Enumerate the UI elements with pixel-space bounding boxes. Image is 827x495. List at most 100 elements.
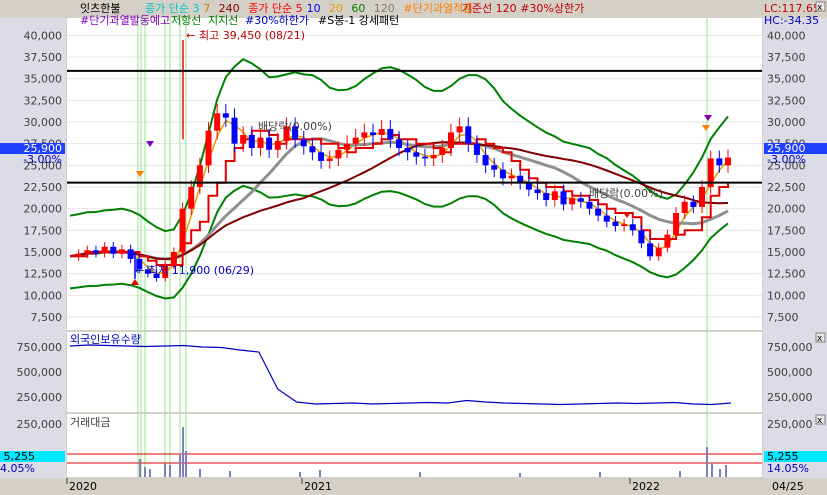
y-tick-label: 32,500 bbox=[767, 94, 806, 107]
dividend-label-1: 배당락(0.00%) bbox=[258, 120, 332, 133]
volume-bar bbox=[182, 427, 184, 477]
volume-bar bbox=[725, 465, 727, 477]
trade-panel bbox=[67, 414, 762, 477]
candle-body bbox=[638, 230, 645, 244]
candle-body bbox=[569, 198, 576, 205]
y-tick-label: 7,500 bbox=[767, 311, 799, 324]
y-tick-label: 750,000 bbox=[17, 341, 63, 354]
y-tick-label: 30,000 bbox=[24, 116, 63, 129]
y-tick-label: 17,500 bbox=[767, 224, 806, 237]
candle-body bbox=[482, 154, 489, 166]
candle-body bbox=[101, 246, 108, 253]
candle-body bbox=[430, 154, 437, 159]
candle-body bbox=[551, 191, 558, 200]
min-label: 최저 11,900 (06/29) bbox=[148, 264, 254, 277]
candle-body bbox=[465, 126, 472, 144]
price-panel bbox=[67, 18, 762, 330]
candle-body bbox=[318, 152, 325, 161]
candle-body bbox=[534, 189, 541, 194]
legend-item: #30%하한가 bbox=[245, 13, 309, 27]
legend-item: #단기과열발동예고 bbox=[80, 14, 170, 27]
candle-body bbox=[681, 201, 688, 213]
y-tick-label: 250,000 bbox=[767, 418, 813, 431]
candle-body bbox=[361, 132, 368, 138]
close-icon: x bbox=[817, 3, 823, 13]
y-tick-label: 20,000 bbox=[24, 203, 63, 216]
volume-bar bbox=[599, 472, 601, 477]
candle-body bbox=[525, 182, 532, 190]
volume-bar bbox=[711, 463, 713, 477]
candle-body bbox=[205, 130, 212, 166]
y-tick-label: 250,000 bbox=[17, 418, 63, 431]
y-tick-label: 37,500 bbox=[767, 51, 806, 64]
candle-body bbox=[439, 148, 446, 155]
max-arrow: ← bbox=[186, 29, 195, 42]
candle-body bbox=[603, 215, 610, 222]
candle-body bbox=[196, 165, 203, 187]
volume-bar bbox=[319, 470, 321, 477]
candle-body bbox=[543, 193, 550, 200]
y-tick-label: 12,500 bbox=[24, 268, 63, 281]
volume-bar bbox=[229, 471, 231, 477]
candle-body bbox=[300, 139, 307, 147]
candle-body bbox=[421, 156, 428, 159]
candle-body bbox=[690, 201, 697, 207]
y-tick-label: 17,500 bbox=[24, 224, 63, 237]
candle-body bbox=[370, 132, 377, 135]
candle-body bbox=[577, 198, 584, 202]
hc-readout: HC:-34.35 bbox=[764, 14, 819, 27]
candle-body bbox=[491, 165, 498, 170]
candle-body bbox=[716, 158, 723, 166]
candle-body bbox=[508, 175, 515, 179]
candle-body bbox=[309, 146, 316, 153]
candle-body bbox=[266, 137, 273, 150]
candle-body bbox=[352, 137, 359, 144]
x-tick-label: 04/25 bbox=[772, 480, 804, 493]
close-icon: x bbox=[817, 416, 823, 426]
y-tick-label: 250,000 bbox=[767, 391, 813, 404]
candle-body bbox=[586, 201, 593, 209]
volume-bar bbox=[185, 451, 187, 477]
volume-bar bbox=[164, 463, 166, 477]
y-tick-label: 15,000 bbox=[24, 246, 63, 259]
candle-body bbox=[378, 128, 385, 135]
y-tick-label: 40,000 bbox=[767, 29, 806, 42]
min-arrow: ← bbox=[135, 264, 144, 277]
y-tick-label: 12,500 bbox=[767, 268, 806, 281]
volume-bar bbox=[719, 469, 721, 477]
x-axis-strip bbox=[0, 478, 827, 495]
volume-pct-right: 14.05% bbox=[767, 462, 809, 475]
stock-chart: 40,000 40,000 37,500 37,500 35,000 35,000 32,5… bbox=[0, 0, 827, 495]
x-tick-label: 2021 bbox=[304, 480, 332, 493]
legend-item: 지지선 bbox=[208, 14, 238, 27]
candle-body bbox=[231, 117, 238, 144]
y-tick-label: 35,000 bbox=[767, 73, 806, 86]
candle-body bbox=[725, 157, 731, 166]
volume-bar bbox=[139, 459, 141, 477]
y-tick-label: 250,000 bbox=[17, 391, 63, 404]
y-tick-label: 10,000 bbox=[767, 289, 806, 302]
candle-body bbox=[387, 128, 394, 140]
y-tick-label: 750,000 bbox=[767, 341, 813, 354]
foreign-title: 외국인보유수량 bbox=[70, 333, 141, 346]
volume-pct-left: 14.05% bbox=[0, 462, 35, 475]
legend-item: #S봉-1 강세패턴 bbox=[318, 14, 399, 27]
y-tick-label: 37,500 bbox=[24, 51, 63, 64]
candle-body bbox=[127, 249, 134, 259]
candle-body bbox=[118, 249, 125, 254]
foreign-panel bbox=[67, 332, 762, 412]
y-tick-label: 32,500 bbox=[24, 94, 63, 107]
volume-bar bbox=[179, 455, 181, 477]
trade-title: 거래대금 bbox=[70, 416, 110, 429]
y-tick-label: 15,000 bbox=[767, 246, 806, 259]
max-label: 최고 39,450 (08/21) bbox=[199, 29, 305, 42]
volume-bar bbox=[419, 472, 421, 477]
candle-body bbox=[612, 221, 619, 226]
candle-body bbox=[621, 224, 628, 226]
legend-item: #30%상한가 bbox=[520, 2, 584, 15]
candle-body bbox=[647, 243, 654, 257]
y-tick-label: 22,500 bbox=[767, 181, 806, 194]
y-tick-label: 40,000 bbox=[24, 29, 63, 42]
candle-body bbox=[396, 139, 402, 148]
candle-body bbox=[404, 148, 411, 153]
